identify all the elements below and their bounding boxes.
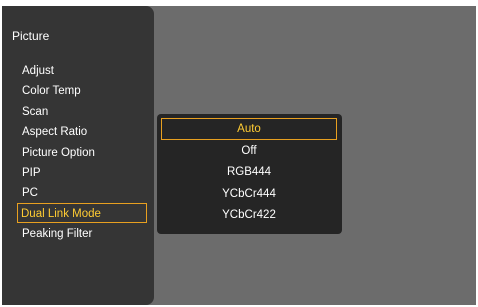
menu-item-adjust[interactable]: Adjust	[19, 60, 147, 80]
menu-item-scan[interactable]: Scan	[19, 101, 147, 121]
menu-item-pip[interactable]: PIP	[19, 162, 147, 182]
menu-title: Picture	[12, 29, 50, 43]
option-rgb444[interactable]: RGB444	[161, 161, 337, 183]
menu-item-peaking-filter[interactable]: Peaking Filter	[19, 223, 147, 243]
menu-item-color-temp[interactable]: Color Temp	[19, 80, 147, 100]
osd-screen: Picture Adjust Color Temp Scan Aspect Ra…	[0, 0, 478, 307]
menu-list: Adjust Color Temp Scan Aspect Ratio Pict…	[17, 60, 147, 244]
menu-item-picture-option[interactable]: Picture Option	[19, 142, 147, 162]
menu-item-dual-link-mode[interactable]: Dual Link Mode	[17, 202, 147, 224]
menu-item-aspect-ratio[interactable]: Aspect Ratio	[19, 121, 147, 141]
option-auto[interactable]: Auto	[161, 118, 337, 140]
option-ycbcr444[interactable]: YCbCr444	[161, 183, 337, 205]
option-ycbcr422[interactable]: YCbCr422	[161, 204, 337, 226]
option-off[interactable]: Off	[161, 140, 337, 162]
dual-link-mode-popup: Auto Off RGB444 YCbCr444 YCbCr422	[157, 114, 342, 234]
menu-item-pc[interactable]: PC	[19, 182, 147, 202]
menu-panel: Picture Adjust Color Temp Scan Aspect Ra…	[2, 6, 154, 305]
